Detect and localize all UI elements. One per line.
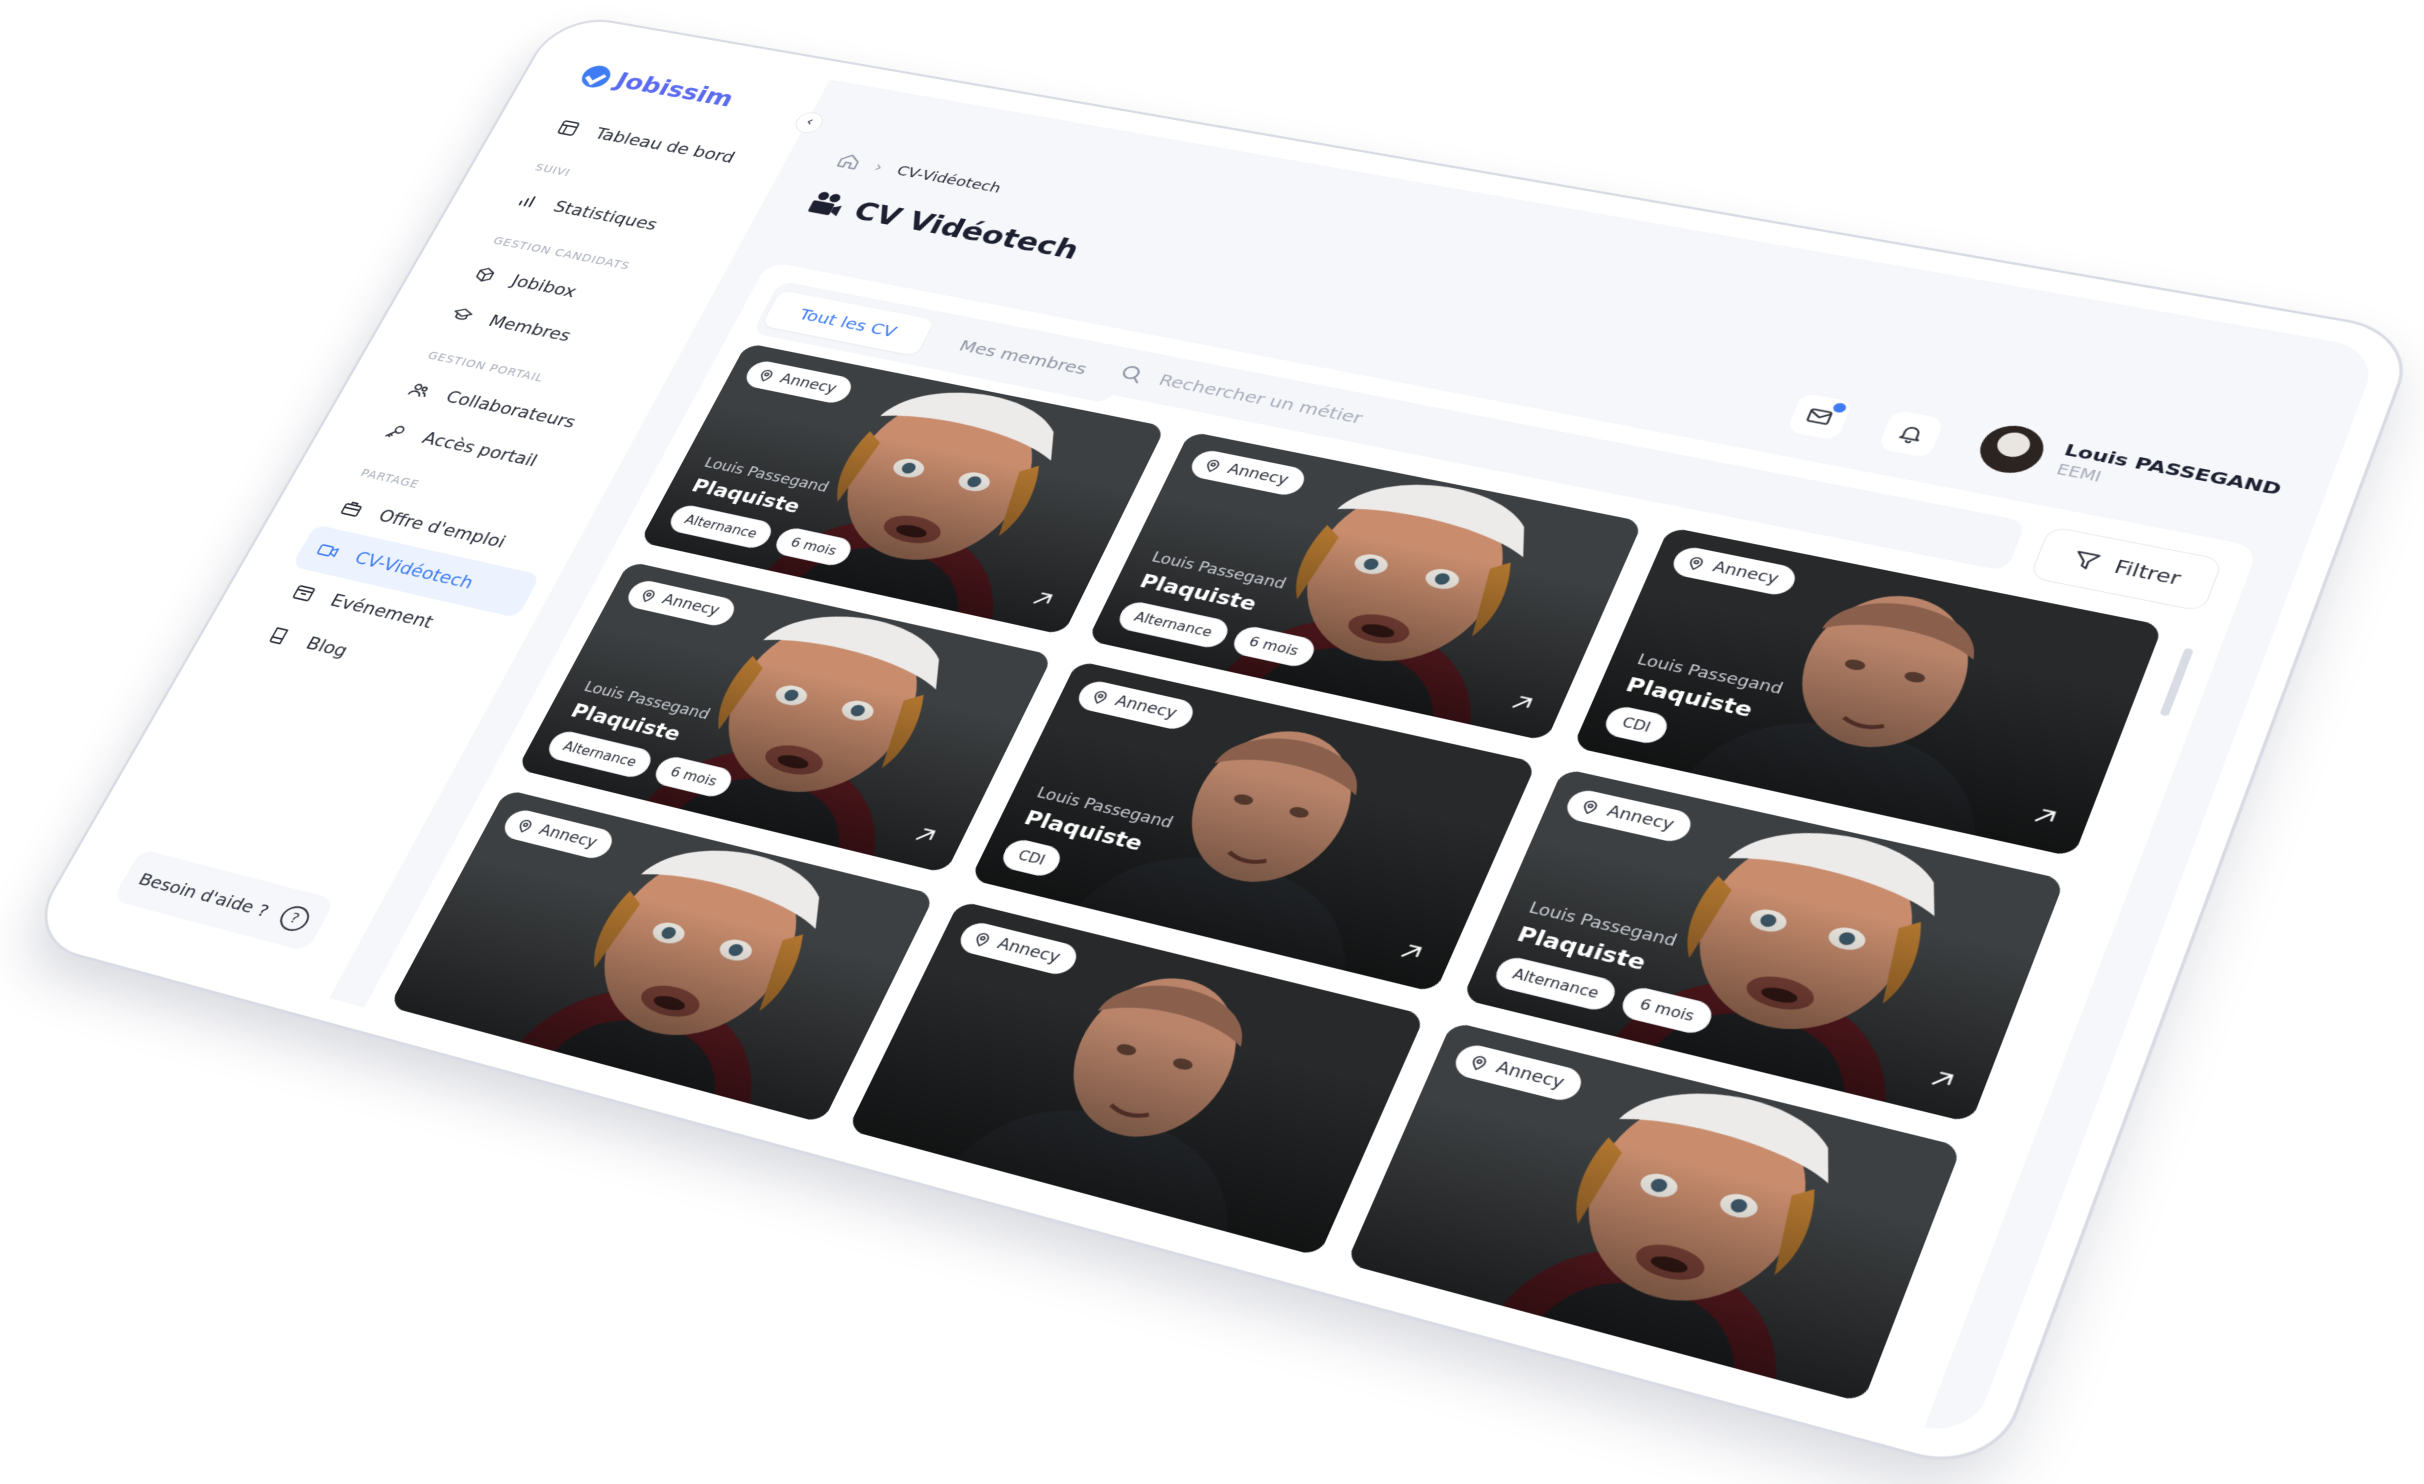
briefcase-icon: [337, 498, 367, 520]
question-icon: ?: [275, 903, 314, 933]
location-text: Annecy: [659, 592, 722, 619]
sidebar-item-label: Blog: [303, 634, 352, 661]
location-text: Annecy: [1710, 559, 1781, 588]
location-pin-icon: [1201, 457, 1224, 474]
help-label: Besoin d'aide ?: [135, 869, 273, 921]
filter-icon: [2068, 548, 2104, 575]
header-actions: [1786, 393, 1945, 459]
key-icon: [381, 421, 410, 442]
box-icon: [471, 265, 500, 285]
app-screen: Jobissim Tableau de bord SUIVI Statistiq…: [59, 35, 2380, 1441]
filter-label: Filtrer: [2111, 557, 2184, 589]
location-pin-icon: [1088, 688, 1112, 706]
location-text: Annecy: [1604, 803, 1676, 834]
sidebar-item-label: Statistiques: [550, 198, 661, 234]
messages-button[interactable]: [1786, 393, 1853, 441]
page-title: CV Vidéotech: [848, 196, 1084, 265]
device-scene: Jobissim Tableau de bord SUIVI Statistiq…: [0, 0, 2424, 1484]
dashboard-icon: [554, 118, 582, 138]
cv-panel: Tout les CV Mes membres Filtrer AnnecyLo…: [355, 261, 2258, 1440]
breadcrumb-current: CV-Vidéotech: [894, 163, 1004, 196]
avatar: [1973, 421, 2052, 478]
user-info: Louis PASSEGAND EEMI: [2054, 440, 2285, 519]
scrollbar[interactable]: [2159, 648, 2193, 717]
breadcrumb: › CV-Vidéotech: [833, 150, 1005, 197]
logo-text: Jobissim: [611, 68, 739, 112]
logo-check-icon: [577, 63, 615, 89]
book-icon: [265, 625, 295, 647]
location-text: Annecy: [1112, 693, 1180, 722]
filter-button[interactable]: Filtrer: [2029, 526, 2224, 612]
location-pin-icon: [970, 930, 994, 949]
sidebar-item-label: Membres: [485, 312, 574, 345]
mail-icon: [1802, 404, 1837, 429]
notifications-button[interactable]: [1877, 410, 1945, 459]
sidebar-item-label: Jobibox: [508, 272, 580, 301]
location-pin-icon: [1578, 798, 1603, 817]
location-pin-icon: [1684, 554, 1708, 572]
location-pin-icon: [1466, 1053, 1492, 1073]
movie-camera-icon: [802, 188, 851, 222]
calendar-box-icon: [289, 582, 319, 604]
location-pin-icon: [513, 817, 536, 835]
chevron-right-icon: ›: [871, 158, 887, 176]
logo[interactable]: Jobissim: [577, 62, 739, 112]
page-header: CV Vidéotech: [802, 188, 1084, 266]
video-camera-icon: [313, 540, 343, 562]
search-icon: [1115, 362, 1148, 386]
tablet-frame: Jobissim Tableau de bord SUIVI Statistiq…: [26, 14, 2416, 1474]
sidebar-item-label: Accès portail: [419, 429, 541, 470]
location-pin-icon: [755, 367, 777, 383]
bell-icon: [1894, 421, 1929, 446]
graduation-cap-icon: [448, 305, 477, 326]
users-icon: [405, 380, 434, 401]
sidebar-item-label: Tableau de bord: [591, 125, 738, 166]
location-pin-icon: [637, 587, 660, 604]
location-text: Annecy: [1225, 461, 1291, 488]
location-text: Annecy: [536, 822, 600, 852]
help-button[interactable]: Besoin d'aide ? ?: [112, 849, 336, 952]
bar-chart-icon: [513, 191, 542, 211]
location-text: Annecy: [777, 371, 839, 396]
tab-all-cv[interactable]: Tout les CV: [762, 290, 935, 356]
home-icon[interactable]: [833, 150, 865, 172]
